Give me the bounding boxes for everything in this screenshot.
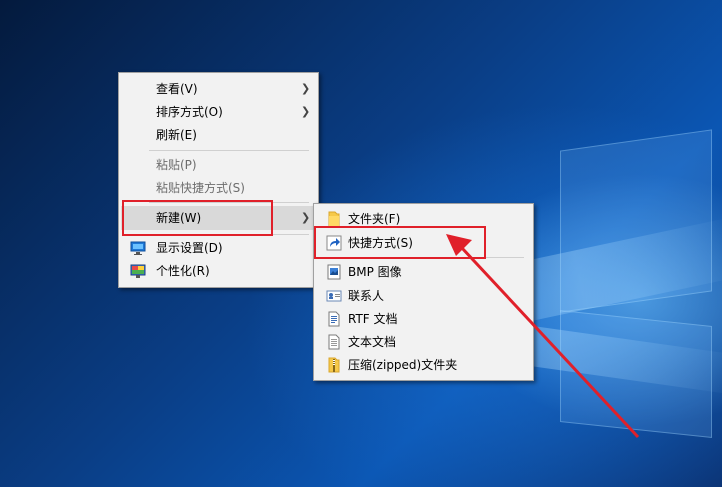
submenu-item-contact[interactable]: 联系人 — [316, 285, 531, 307]
submenu-item-zip-folder[interactable]: 压缩(zipped)文件夹 — [316, 354, 531, 376]
window-logo-pane — [560, 129, 712, 313]
menu-item-paste-shortcut[interactable]: 粘贴快捷方式(S) — [121, 177, 316, 199]
menu-item-label: 查看(V) — [156, 82, 198, 96]
submenu-item-shortcut[interactable]: 快捷方式(S) — [316, 232, 531, 254]
menu-item-label: 粘贴快捷方式(S) — [156, 181, 245, 195]
submenu-item-folder[interactable]: 文件夹(F) — [316, 208, 531, 230]
menu-item-display-settings[interactable]: 显示设置(D) — [121, 237, 316, 259]
menu-item-label: 排序方式(O) — [156, 105, 223, 119]
chevron-right-icon: ❯ — [301, 82, 311, 95]
new-submenu: 文件夹(F) 快捷方式(S) BMP 图像 联系人 RTF 文档 文本文档 压缩… — [313, 203, 534, 381]
folder-icon — [326, 211, 342, 227]
submenu-item-label: BMP 图像 — [348, 265, 402, 279]
menu-item-sort-by[interactable]: 排序方式(O) ❯ — [121, 101, 316, 123]
submenu-item-label: RTF 文档 — [348, 312, 398, 326]
menu-item-refresh[interactable]: 刷新(E) — [121, 124, 316, 146]
menu-item-label: 粘贴(P) — [156, 158, 197, 172]
menu-item-label: 新建(W) — [156, 211, 202, 225]
menu-item-label: 个性化(R) — [156, 264, 210, 278]
menu-item-paste[interactable]: 粘贴(P) — [121, 154, 316, 176]
chevron-right-icon: ❯ — [301, 105, 311, 118]
personalize-icon — [130, 263, 146, 279]
text-document-icon — [326, 334, 342, 350]
submenu-item-label: 快捷方式(S) — [348, 236, 413, 250]
submenu-item-label: 压缩(zipped)文件夹 — [348, 358, 458, 372]
submenu-item-bmp-image[interactable]: BMP 图像 — [316, 261, 531, 283]
desktop-context-menu: 查看(V) ❯ 排序方式(O) ❯ 刷新(E) 粘贴(P) 粘贴快捷方式(S) … — [118, 72, 319, 288]
contact-card-icon — [326, 288, 342, 304]
menu-item-view[interactable]: 查看(V) ❯ — [121, 78, 316, 100]
menu-item-personalize[interactable]: 个性化(R) — [121, 260, 316, 282]
menu-item-label: 刷新(E) — [156, 128, 197, 142]
shortcut-icon — [326, 235, 342, 251]
submenu-separator — [344, 257, 524, 258]
bitmap-image-icon — [326, 264, 342, 280]
display-settings-icon — [130, 240, 146, 256]
menu-separator — [149, 234, 309, 235]
menu-separator — [149, 150, 309, 151]
submenu-item-label: 联系人 — [348, 289, 385, 303]
menu-separator — [149, 202, 309, 203]
chevron-right-icon: ❯ — [301, 211, 311, 224]
submenu-item-label: 文本文档 — [348, 335, 397, 349]
menu-item-new[interactable]: 新建(W) ❯ — [121, 206, 316, 230]
submenu-item-label: 文件夹(F) — [348, 212, 401, 226]
submenu-item-rtf-document[interactable]: RTF 文档 — [316, 308, 531, 330]
window-logo-pane — [560, 310, 712, 438]
submenu-item-text-document[interactable]: 文本文档 — [316, 331, 531, 353]
zip-folder-icon — [326, 357, 342, 373]
rtf-document-icon — [326, 311, 342, 327]
menu-item-label: 显示设置(D) — [156, 241, 223, 255]
